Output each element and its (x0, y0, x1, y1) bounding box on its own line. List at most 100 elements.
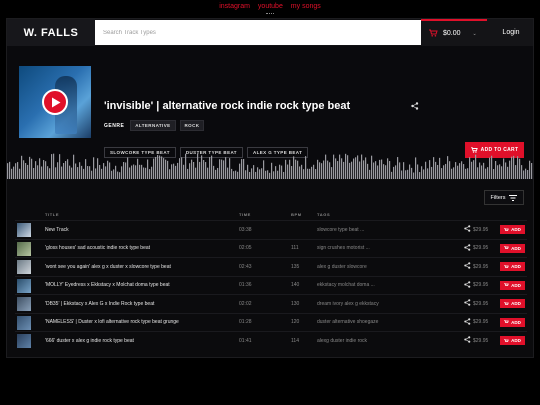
share-icon[interactable] (464, 336, 471, 345)
track-thumbnail[interactable] (17, 260, 31, 274)
waveform-bar (67, 159, 69, 179)
share-icon[interactable] (464, 281, 471, 290)
waveform-bar (473, 160, 475, 179)
waveform-bar (521, 165, 523, 179)
waveform-bar (73, 154, 75, 179)
add-button[interactable]: ADD (500, 243, 525, 253)
track-thumbnail[interactable] (17, 334, 31, 348)
waveform-bar (151, 166, 153, 179)
cart-icon (504, 301, 509, 305)
track-name[interactable]: 'MOLLY' Eyedress x Ekkstacy x Molchat do… (45, 282, 170, 288)
share-icon[interactable] (464, 244, 471, 253)
track-thumbnail[interactable] (17, 241, 31, 256)
track-time: 03:38 (239, 226, 252, 233)
waveform-bar (69, 165, 71, 179)
play-button[interactable] (42, 89, 68, 115)
track-tags[interactable]: ekkstacy molchat doma ... (317, 282, 375, 288)
track-thumbnail[interactable] (17, 223, 31, 237)
add-button[interactable]: ADD (500, 299, 525, 309)
genre-tag-rock[interactable]: ROCK (179, 120, 205, 131)
waveform-bar (187, 168, 189, 179)
search-input[interactable] (95, 20, 421, 45)
track-name[interactable]: 'DB35' | Ekkstacy x Alex G x Indie Rock … (45, 301, 154, 307)
track-tags[interactable]: alex g duster slowcore (317, 264, 367, 270)
waveform-bar (357, 155, 359, 179)
table-row[interactable]: 'MOLLY' Eyedress x Ekkstacy x Molchat do… (15, 275, 527, 295)
add-button[interactable]: ADD (500, 336, 525, 346)
add-button[interactable]: ADD (500, 280, 525, 290)
waveform-bar (267, 170, 269, 179)
track-tags[interactable]: slowcore type beat ... (317, 227, 364, 233)
waveform-bar (285, 159, 287, 179)
share-icon[interactable] (464, 225, 471, 234)
track-tags[interactable]: dream ivory alex g ekkstacy (317, 301, 379, 307)
waveform-bar (479, 162, 481, 179)
waveform-bar (9, 161, 11, 179)
instagram-link[interactable]: instagram (219, 3, 250, 10)
waveform-bar (133, 164, 135, 179)
my-songs-link[interactable]: my songs (291, 3, 321, 10)
waveform-bar (533, 157, 534, 179)
waveform-bar (197, 153, 199, 179)
track-thumbnail[interactable] (17, 297, 31, 311)
waveform-bar (97, 158, 99, 179)
waveform-bar (135, 165, 137, 179)
track-name[interactable]: '666' duster x alex g indie rock type be… (45, 338, 134, 344)
waveform-bar (63, 162, 65, 179)
header-tags: TAGS (317, 212, 331, 217)
genre-tag-alternative[interactable]: ALTERNATIVE (130, 120, 176, 131)
cart-icon (504, 283, 509, 287)
track-tags[interactable]: duster alternative shoegaze (317, 319, 378, 325)
filters-button[interactable]: Filters (484, 190, 524, 205)
share-icon[interactable] (464, 318, 471, 327)
waveform-bar (313, 164, 315, 179)
add-button[interactable]: ADD (500, 225, 525, 235)
waveform-bar (353, 158, 355, 179)
track-name[interactable]: 'NAMELESS' | Duster x lofi alternative r… (45, 319, 179, 325)
waveform-bar (167, 160, 169, 179)
waveform-bar (137, 158, 139, 179)
table-row[interactable]: '666' duster x alex g indie rock type be… (15, 331, 527, 350)
track-tags[interactable]: sign crushes motorist ... (317, 245, 370, 251)
waveform-bar (13, 166, 15, 179)
login-button[interactable]: Login (487, 19, 533, 46)
track-tags[interactable]: alexg duster indie rock (317, 338, 367, 344)
waveform-bar (453, 167, 455, 179)
waveform-bar (15, 163, 17, 179)
logo[interactable]: W. FALLS (7, 19, 95, 46)
table-row[interactable]: 'gloss houses' sad acoustic indie rock t… (15, 238, 527, 258)
track-name[interactable]: 'gloss houses' sad acoustic indie rock t… (45, 245, 150, 251)
waveform-bar (363, 160, 365, 179)
add-button[interactable]: ADD (500, 317, 525, 327)
share-icon[interactable] (411, 102, 419, 112)
waveform-bar (419, 172, 421, 179)
waveform-bar (499, 164, 501, 179)
waveform-bar (189, 163, 191, 179)
waveform-bar (497, 165, 499, 179)
waveform-bar (157, 155, 159, 179)
track-time: 01:41 (239, 337, 252, 344)
waveform-bar (115, 165, 117, 179)
track-thumbnail[interactable] (17, 315, 31, 330)
waveform-bar (435, 161, 437, 179)
table-row[interactable]: 'NAMELESS' | Duster x lofi alternative r… (15, 312, 527, 332)
table-row[interactable]: 'DB35' | Ekkstacy x Alex G x Indie Rock … (15, 294, 527, 313)
waveform-bar (375, 161, 377, 179)
track-name[interactable]: 'wont see you again' alex g x duster x s… (45, 264, 171, 270)
waveform-bar (219, 159, 221, 179)
share-icon[interactable] (464, 299, 471, 308)
table-row[interactable]: 'wont see you again' alex g x duster x s… (15, 257, 527, 276)
add-button[interactable]: ADD (500, 262, 525, 272)
track-thumbnail[interactable] (17, 278, 31, 293)
track-price: $29.95 (473, 245, 489, 252)
waveform-bar (131, 165, 133, 179)
cart-button[interactable]: $0.00 ⌄ (421, 19, 487, 46)
table-row[interactable]: New Track 03:38 slowcore type beat ... $… (15, 220, 527, 239)
youtube-link[interactable]: youtube (258, 3, 283, 10)
track-list: New Track 03:38 slowcore type beat ... $… (15, 220, 527, 350)
waveform-bar (249, 171, 251, 179)
waveform-bar (191, 159, 193, 179)
track-name[interactable]: New Track (45, 227, 69, 233)
share-icon[interactable] (464, 262, 471, 271)
waveform-bar (327, 160, 329, 179)
